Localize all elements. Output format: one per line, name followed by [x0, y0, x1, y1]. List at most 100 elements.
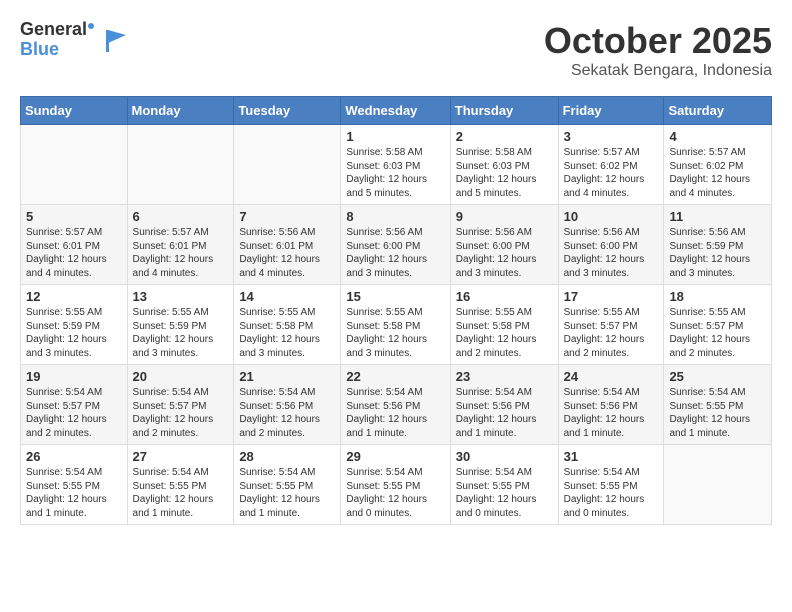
day-info: Sunrise: 5:54 AM Sunset: 5:57 PM Dayligh…: [26, 386, 122, 440]
calendar-cell: 16 Sunrise: 5:55 AM Sunset: 5:58 PM Dayli…: [450, 285, 558, 365]
calendar-cell: 8 Sunrise: 5:56 AM Sunset: 6:00 PM Daylig…: [341, 205, 450, 285]
day-number: 12: [26, 289, 122, 304]
day-info: Sunrise: 5:58 AM Sunset: 6:03 PM Dayligh…: [346, 146, 444, 200]
calendar-cell: [234, 125, 341, 205]
day-number: 30: [456, 449, 553, 464]
calendar-cell: 14 Sunrise: 5:55 AM Sunset: 5:58 PM Dayli…: [234, 285, 341, 365]
day-info: Sunrise: 5:54 AM Sunset: 5:57 PM Dayligh…: [133, 386, 229, 440]
day-info: Sunrise: 5:55 AM Sunset: 5:58 PM Dayligh…: [456, 306, 553, 360]
header: General Blue October 2025 Sekatak Bengar…: [20, 20, 772, 80]
day-number: 20: [133, 369, 229, 384]
week-row-0: 1 Sunrise: 5:58 AM Sunset: 6:03 PM Daylig…: [21, 125, 772, 205]
day-info: Sunrise: 5:54 AM Sunset: 5:55 PM Dayligh…: [564, 466, 659, 520]
logo-flag-icon: [98, 25, 128, 55]
day-number: 11: [669, 209, 766, 224]
day-number: 17: [564, 289, 659, 304]
day-number: 7: [239, 209, 335, 224]
day-info: Sunrise: 5:54 AM Sunset: 5:55 PM Dayligh…: [239, 466, 335, 520]
calendar-cell: 25 Sunrise: 5:54 AM Sunset: 5:55 PM Dayli…: [664, 365, 772, 445]
day-number: 28: [239, 449, 335, 464]
calendar-cell: 24 Sunrise: 5:54 AM Sunset: 5:56 PM Dayli…: [558, 365, 664, 445]
calendar-cell: 4 Sunrise: 5:57 AM Sunset: 6:02 PM Daylig…: [664, 125, 772, 205]
day-info: Sunrise: 5:54 AM Sunset: 5:55 PM Dayligh…: [346, 466, 444, 520]
header-cell-friday: Friday: [558, 97, 664, 125]
calendar-header: SundayMondayTuesdayWednesdayThursdayFrid…: [21, 97, 772, 125]
day-info: Sunrise: 5:54 AM Sunset: 5:55 PM Dayligh…: [133, 466, 229, 520]
title-area: October 2025 Sekatak Bengara, Indonesia: [544, 20, 772, 80]
calendar-subtitle: Sekatak Bengara, Indonesia: [544, 62, 772, 80]
day-info: Sunrise: 5:56 AM Sunset: 5:59 PM Dayligh…: [669, 226, 766, 280]
day-info: Sunrise: 5:54 AM Sunset: 5:55 PM Dayligh…: [669, 386, 766, 440]
calendar-cell: 3 Sunrise: 5:57 AM Sunset: 6:02 PM Daylig…: [558, 125, 664, 205]
calendar-cell: [127, 125, 234, 205]
logo-blue: Blue: [20, 40, 94, 60]
calendar-cell: 29Sunrise: 5:54 AM Sunset: 5:55 PM Dayli…: [341, 445, 450, 525]
day-info: Sunrise: 5:56 AM Sunset: 6:00 PM Dayligh…: [456, 226, 553, 280]
calendar-title: October 2025: [544, 20, 772, 62]
calendar-cell: [664, 445, 772, 525]
day-number: 22: [346, 369, 444, 384]
day-number: 3: [564, 129, 659, 144]
calendar-cell: 22 Sunrise: 5:54 AM Sunset: 5:56 PM Dayli…: [341, 365, 450, 445]
calendar-cell: 11 Sunrise: 5:56 AM Sunset: 5:59 PM Dayli…: [664, 205, 772, 285]
day-number: 14: [239, 289, 335, 304]
day-info: Sunrise: 5:56 AM Sunset: 6:01 PM Dayligh…: [239, 226, 335, 280]
calendar-cell: 13 Sunrise: 5:55 AM Sunset: 5:59 PM Dayli…: [127, 285, 234, 365]
day-number: 25: [669, 369, 766, 384]
day-info: Sunrise: 5:54 AM Sunset: 5:55 PM Dayligh…: [26, 466, 122, 520]
calendar-cell: 26 Sunrise: 5:54 AM Sunset: 5:55 PM Dayli…: [21, 445, 128, 525]
day-info: Sunrise: 5:55 AM Sunset: 5:59 PM Dayligh…: [133, 306, 229, 360]
header-cell-monday: Monday: [127, 97, 234, 125]
week-row-3: 19 Sunrise: 5:54 AM Sunset: 5:57 PM Dayli…: [21, 365, 772, 445]
calendar-cell: 28 Sunrise: 5:54 AM Sunset: 5:55 PM Dayli…: [234, 445, 341, 525]
day-info: Sunrise: 5:54 AM Sunset: 5:56 PM Dayligh…: [564, 386, 659, 440]
day-info: Sunrise: 5:54 AM Sunset: 5:56 PM Dayligh…: [239, 386, 335, 440]
calendar-cell: 2 Sunrise: 5:58 AM Sunset: 6:03 PM Daylig…: [450, 125, 558, 205]
day-number: 13: [133, 289, 229, 304]
calendar-table: SundayMondayTuesdayWednesdayThursdayFrid…: [20, 96, 772, 525]
day-number: 9: [456, 209, 553, 224]
day-number: 1: [346, 129, 444, 144]
day-info: Sunrise: 5:54 AM Sunset: 5:56 PM Dayligh…: [346, 386, 444, 440]
day-number: 24: [564, 369, 659, 384]
calendar-cell: 6 Sunrise: 5:57 AM Sunset: 6:01 PM Daylig…: [127, 205, 234, 285]
calendar-cell: 10Sunrise: 5:56 AM Sunset: 6:00 PM Dayli…: [558, 205, 664, 285]
calendar-cell: 7 Sunrise: 5:56 AM Sunset: 6:01 PM Daylig…: [234, 205, 341, 285]
calendar-cell: 18Sunrise: 5:55 AM Sunset: 5:57 PM Dayli…: [664, 285, 772, 365]
day-info: Sunrise: 5:55 AM Sunset: 5:58 PM Dayligh…: [239, 306, 335, 360]
day-info: Sunrise: 5:57 AM Sunset: 6:01 PM Dayligh…: [26, 226, 122, 280]
day-number: 21: [239, 369, 335, 384]
day-number: 6: [133, 209, 229, 224]
calendar-cell: 9 Sunrise: 5:56 AM Sunset: 6:00 PM Daylig…: [450, 205, 558, 285]
day-number: 2: [456, 129, 553, 144]
day-number: 26: [26, 449, 122, 464]
calendar-cell: 19 Sunrise: 5:54 AM Sunset: 5:57 PM Dayli…: [21, 365, 128, 445]
day-info: Sunrise: 5:57 AM Sunset: 6:01 PM Dayligh…: [133, 226, 229, 280]
day-info: Sunrise: 5:55 AM Sunset: 5:59 PM Dayligh…: [26, 306, 122, 360]
day-info: Sunrise: 5:56 AM Sunset: 6:00 PM Dayligh…: [346, 226, 444, 280]
day-number: 4: [669, 129, 766, 144]
calendar-body: 1 Sunrise: 5:58 AM Sunset: 6:03 PM Daylig…: [21, 125, 772, 525]
week-row-2: 12 Sunrise: 5:55 AM Sunset: 5:59 PM Dayli…: [21, 285, 772, 365]
day-number: 15: [346, 289, 444, 304]
header-cell-tuesday: Tuesday: [234, 97, 341, 125]
calendar-cell: 27 Sunrise: 5:54 AM Sunset: 5:55 PM Dayli…: [127, 445, 234, 525]
calendar-cell: 20 Sunrise: 5:54 AM Sunset: 5:57 PM Dayli…: [127, 365, 234, 445]
day-number: 19: [26, 369, 122, 384]
day-number: 16: [456, 289, 553, 304]
calendar-cell: 1 Sunrise: 5:58 AM Sunset: 6:03 PM Daylig…: [341, 125, 450, 205]
day-info: Sunrise: 5:58 AM Sunset: 6:03 PM Dayligh…: [456, 146, 553, 200]
day-number: 8: [346, 209, 444, 224]
day-number: 27: [133, 449, 229, 464]
week-row-4: 26 Sunrise: 5:54 AM Sunset: 5:55 PM Dayli…: [21, 445, 772, 525]
day-info: Sunrise: 5:57 AM Sunset: 6:02 PM Dayligh…: [564, 146, 659, 200]
day-info: Sunrise: 5:55 AM Sunset: 5:57 PM Dayligh…: [564, 306, 659, 360]
calendar-cell: 15Sunrise: 5:55 AM Sunset: 5:58 PM Dayli…: [341, 285, 450, 365]
calendar-cell: 5Sunrise: 5:57 AM Sunset: 6:01 PM Daylig…: [21, 205, 128, 285]
header-row: SundayMondayTuesdayWednesdayThursdayFrid…: [21, 97, 772, 125]
header-cell-wednesday: Wednesday: [341, 97, 450, 125]
calendar-cell: 17 Sunrise: 5:55 AM Sunset: 5:57 PM Dayli…: [558, 285, 664, 365]
header-cell-sunday: Sunday: [21, 97, 128, 125]
logo-general: General: [20, 20, 94, 40]
day-info: Sunrise: 5:57 AM Sunset: 6:02 PM Dayligh…: [669, 146, 766, 200]
